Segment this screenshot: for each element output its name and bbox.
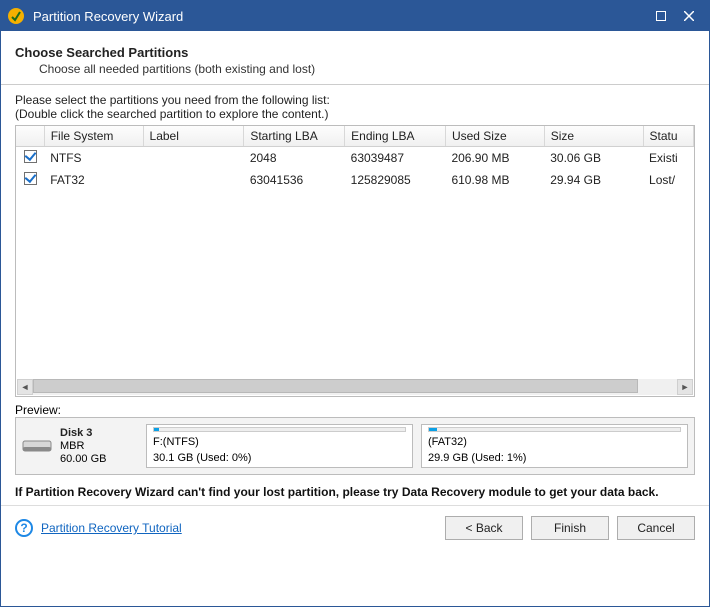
col-starting-lba[interactable]: Starting LBA (244, 126, 345, 147)
table-row[interactable]: FAT32 63041536 125829085 610.98 MB 29.94… (16, 169, 694, 191)
usage-bar (153, 427, 406, 432)
table-header-row: File System Label Starting LBA Ending LB… (16, 126, 694, 147)
partition-title: (FAT32) (428, 436, 681, 449)
disk-size: 60.00 GB (60, 453, 106, 466)
cell-used: 206.90 MB (445, 147, 544, 170)
col-ending-lba[interactable]: Ending LBA (345, 126, 446, 147)
cell-size: 29.94 GB (544, 169, 643, 191)
finish-button[interactable]: Finish (531, 516, 609, 540)
scroll-track[interactable] (33, 379, 677, 395)
app-icon (7, 7, 25, 25)
col-label[interactable]: Label (143, 126, 244, 147)
maximize-button[interactable] (647, 1, 675, 31)
cell-start-lba: 2048 (244, 147, 345, 170)
col-check[interactable] (16, 126, 44, 147)
cell-status: Lost/ (643, 169, 693, 191)
cell-status: Existi (643, 147, 693, 170)
partition-title: F:(NTFS) (153, 436, 406, 449)
footer: ? Partition Recovery Tutorial < Back Fin… (1, 505, 709, 552)
cancel-button[interactable]: Cancel (617, 516, 695, 540)
table-row[interactable]: NTFS 2048 63039487 206.90 MB 30.06 GB Ex… (16, 147, 694, 170)
partition-detail: 30.1 GB (Used: 0%) (153, 452, 406, 465)
partition-detail: 29.9 GB (Used: 1%) (428, 452, 681, 465)
disk-type: MBR (60, 440, 106, 453)
col-size[interactable]: Size (544, 126, 643, 147)
col-status[interactable]: Statu (643, 126, 693, 147)
cell-end-lba: 125829085 (345, 169, 446, 191)
cell-label (143, 169, 244, 191)
partition-table[interactable]: File System Label Starting LBA Ending LB… (15, 125, 695, 397)
col-used-size[interactable]: Used Size (445, 126, 544, 147)
preview-panel: Disk 3 MBR 60.00 GB F:(NTFS) 30.1 GB (Us… (15, 417, 695, 475)
scroll-right-arrow[interactable]: ► (677, 379, 693, 395)
tutorial-link[interactable]: Partition Recovery Tutorial (41, 521, 182, 535)
disk-summary: Disk 3 MBR 60.00 GB (22, 427, 138, 466)
notice-text: If Partition Recovery Wizard can't find … (15, 485, 695, 499)
cell-used: 610.98 MB (445, 169, 544, 191)
titlebar[interactable]: Partition Recovery Wizard (1, 1, 709, 31)
col-filesystem[interactable]: File System (44, 126, 143, 147)
row-checkbox[interactable] (24, 150, 37, 163)
disk-icon (22, 437, 52, 455)
row-checkbox[interactable] (24, 172, 37, 185)
cell-end-lba: 63039487 (345, 147, 446, 170)
cell-label (143, 147, 244, 170)
cell-fs: FAT32 (44, 169, 143, 191)
disk-name: Disk 3 (60, 427, 106, 440)
preview-partition[interactable]: F:(NTFS) 30.1 GB (Used: 0%) (146, 424, 413, 468)
cell-size: 30.06 GB (544, 147, 643, 170)
usage-bar (428, 427, 681, 432)
instruction-line-2: (Double click the searched partition to … (15, 107, 695, 121)
window-title: Partition Recovery Wizard (33, 9, 647, 24)
close-button[interactable] (675, 1, 703, 31)
instruction-line-1: Please select the partitions you need fr… (15, 93, 695, 107)
horizontal-scrollbar[interactable]: ◄ ► (17, 379, 693, 395)
page-subheading: Choose all needed partitions (both exist… (39, 62, 695, 76)
cell-start-lba: 63041536 (244, 169, 345, 191)
preview-label: Preview: (15, 403, 695, 417)
cell-fs: NTFS (44, 147, 143, 170)
preview-partition[interactable]: (FAT32) 29.9 GB (Used: 1%) (421, 424, 688, 468)
page-heading: Choose Searched Partitions (15, 45, 695, 60)
help-icon[interactable]: ? (15, 519, 33, 537)
scroll-thumb[interactable] (33, 379, 638, 393)
back-button[interactable]: < Back (445, 516, 523, 540)
scroll-left-arrow[interactable]: ◄ (17, 379, 33, 395)
divider (1, 84, 709, 85)
